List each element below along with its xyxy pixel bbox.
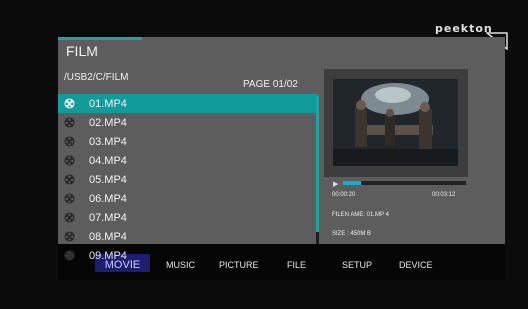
file-name: 05.MP4 <box>89 173 127 186</box>
current-time: 00:00:20 <box>332 192 356 198</box>
film-reel-icon <box>64 117 75 128</box>
file-item[interactable]: 05.MP4 <box>58 170 318 189</box>
file-item[interactable]: 06.MP4 <box>58 189 318 208</box>
film-reel-icon <box>64 174 75 185</box>
file-name: 01.MP4 <box>89 97 127 110</box>
tab-file[interactable]: FILE <box>287 260 306 270</box>
title-underline <box>58 37 142 40</box>
file-item[interactable]: 02.MP4 <box>58 113 318 132</box>
film-reel-icon <box>64 136 75 147</box>
file-name: 06.MP4 <box>89 192 127 205</box>
play-icon[interactable]: ▶ <box>333 180 338 188</box>
folder-path: /USB2/C/FILM <box>64 72 129 83</box>
file-name: 09.MP4 <box>89 250 127 262</box>
scrollbar-thumb[interactable] <box>316 96 319 232</box>
film-reel-icon <box>64 98 75 109</box>
file-name: 04.MP4 <box>89 154 127 167</box>
tab-device[interactable]: DEVICE <box>399 260 433 270</box>
playback-progress-track[interactable] <box>343 181 466 185</box>
file-item[interactable]: 03.MP4 <box>58 132 318 151</box>
preview-file-size: SIZE : 450M B <box>332 231 372 237</box>
page-title: FILM <box>66 43 98 59</box>
file-name: 07.MP4 <box>89 211 127 224</box>
brand-logo: peekton <box>435 22 493 35</box>
file-item[interactable]: 07.MP4 <box>58 208 318 227</box>
file-name: 03.MP4 <box>89 135 127 148</box>
file-item[interactable]: 01.MP4 <box>58 94 318 113</box>
tab-music[interactable]: MUSIC <box>166 260 195 270</box>
page-indicator: PAGE 01/02 <box>243 79 298 90</box>
preview-filename: FILEN AME: 01.MP 4 <box>332 212 389 218</box>
film-reel-icon <box>64 231 75 242</box>
media-player-screen: peekton FILM /USB2/C/FILM PAGE 01/02 01.… <box>0 0 528 309</box>
film-reel-icon <box>64 212 75 223</box>
playback-progress-fill <box>343 181 362 185</box>
film-reel-icon <box>64 193 75 204</box>
file-item[interactable]: 04.MP4 <box>58 151 318 170</box>
file-name: 08.MP4 <box>89 230 127 243</box>
total-time: 00:03:12 <box>432 192 456 198</box>
film-reel-icon <box>64 155 75 166</box>
video-thumbnail <box>333 79 458 166</box>
tab-setup[interactable]: SETUP <box>342 260 372 270</box>
file-name: 02.MP4 <box>89 116 127 129</box>
film-reel-icon <box>64 249 75 261</box>
tab-picture[interactable]: PICTURE <box>219 260 259 270</box>
